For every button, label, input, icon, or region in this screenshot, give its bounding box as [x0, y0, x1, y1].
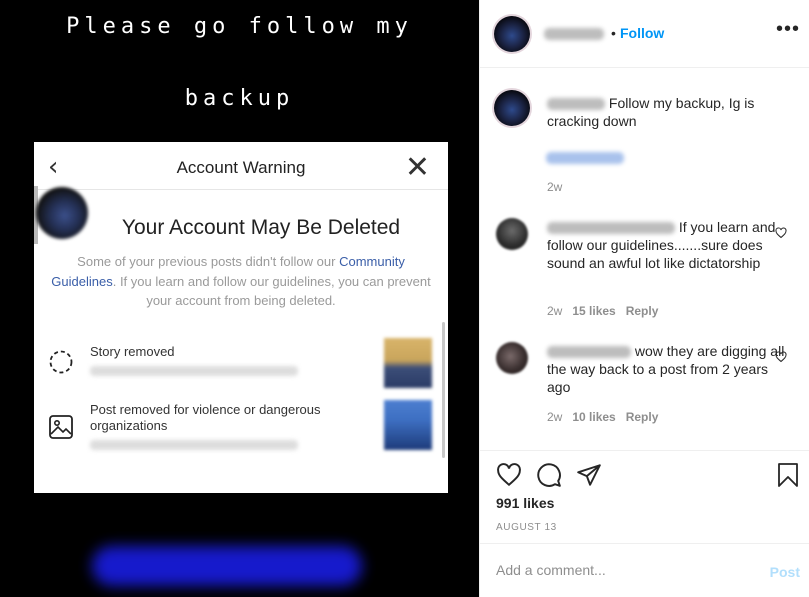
save-bookmark-icon[interactable] [777, 462, 799, 488]
guidelines-link-part2: Guidelines [51, 273, 113, 289]
caption-username-blurred[interactable] [547, 98, 605, 111]
scrollbar [442, 322, 445, 458]
post-comment-button[interactable]: Post [770, 564, 800, 580]
image-icon [49, 415, 73, 439]
warning-header: ‹ Account Warning ✕ [34, 142, 448, 190]
commenter-avatar[interactable] [496, 342, 528, 374]
like-comment-heart-icon[interactable] [775, 227, 787, 239]
reply-button[interactable]: Reply [626, 410, 659, 424]
comment-icon[interactable] [536, 462, 562, 488]
blurred-username-tag [92, 546, 362, 586]
like-comment-heart-icon[interactable] [775, 351, 787, 363]
blurred-subtext [90, 440, 298, 450]
commenter-username-blurred[interactable] [547, 222, 675, 235]
reply-button[interactable]: Reply [626, 304, 659, 318]
comment-likes[interactable]: 15 likes [572, 304, 615, 318]
warning-body: Some of your previous posts didn't follo… [50, 252, 432, 311]
post-sidebar: • Follow ••• Follow my backup, Ig is cra… [479, 0, 809, 597]
warning-title: Account Warning [176, 158, 306, 177]
post-media[interactable]: Please go follow my backup ‹ Account War… [0, 0, 479, 597]
caption-author-avatar[interactable] [494, 90, 530, 126]
caption: Follow my backup, Ig is cracking down [547, 94, 787, 130]
warning-item-label: Story removed [90, 344, 175, 359]
story-thumbnail [384, 338, 432, 388]
post-date: AUGUST 13 [496, 522, 557, 533]
warning-body-text-end: . If you learn and follow our guidelines… [112, 273, 431, 309]
warning-item-story: Story removed [34, 338, 448, 398]
comment-time: 2w [547, 304, 563, 318]
commenter-username-blurred[interactable] [547, 346, 631, 359]
blurred-link[interactable] [546, 152, 624, 164]
dashed-circle-icon [49, 350, 73, 374]
story-caption-line-2: backup [184, 86, 295, 111]
likes-count[interactable]: 991 likes [496, 495, 554, 511]
comment-meta: 2w 10 likes Reply [547, 410, 658, 424]
more-options-icon[interactable]: ••• [776, 18, 800, 41]
like-heart-icon[interactable] [496, 462, 522, 488]
warning-body-text: Some of your previous posts didn't follo… [77, 254, 340, 269]
comment: If you learn and follow our guidelines..… [547, 218, 787, 272]
comment-meta: 2w 15 likes Reply [547, 304, 658, 318]
instagram-post-view: Please go follow my backup ‹ Account War… [0, 0, 809, 597]
account-warning-screenshot: ‹ Account Warning ✕ Your Account May Be … [34, 142, 448, 493]
post-header: • Follow ••• [480, 0, 809, 68]
blurred-subtext [90, 366, 298, 376]
commenter-avatar[interactable] [496, 218, 528, 250]
comment-likes[interactable]: 10 likes [572, 410, 615, 424]
story-caption-line-1: Please go follow my [66, 14, 413, 39]
post-actions: 991 likes AUGUST 13 Post [480, 450, 809, 597]
guidelines-link-part1: Community [339, 254, 405, 269]
warning-item-label: Post removed for violence or dangerous o… [90, 402, 321, 433]
comment: wow they are digging all the way back to… [547, 342, 787, 396]
caption-time: 2w [547, 180, 563, 194]
author-username-blurred[interactable] [544, 28, 604, 40]
comment-input[interactable] [496, 562, 736, 578]
add-comment-bar: Post [480, 543, 809, 597]
separator-dot: • [611, 25, 616, 41]
warning-item-post: Post removed for violence or dangerous o… [34, 398, 448, 458]
close-icon: ✕ [404, 150, 430, 185]
author-avatar[interactable] [494, 16, 530, 52]
follow-button[interactable]: Follow [620, 25, 664, 41]
warning-headline: Your Account May Be Deleted [121, 216, 401, 239]
comment-time: 2w [547, 410, 563, 424]
post-thumbnail [384, 400, 432, 450]
share-icon[interactable] [576, 462, 602, 488]
